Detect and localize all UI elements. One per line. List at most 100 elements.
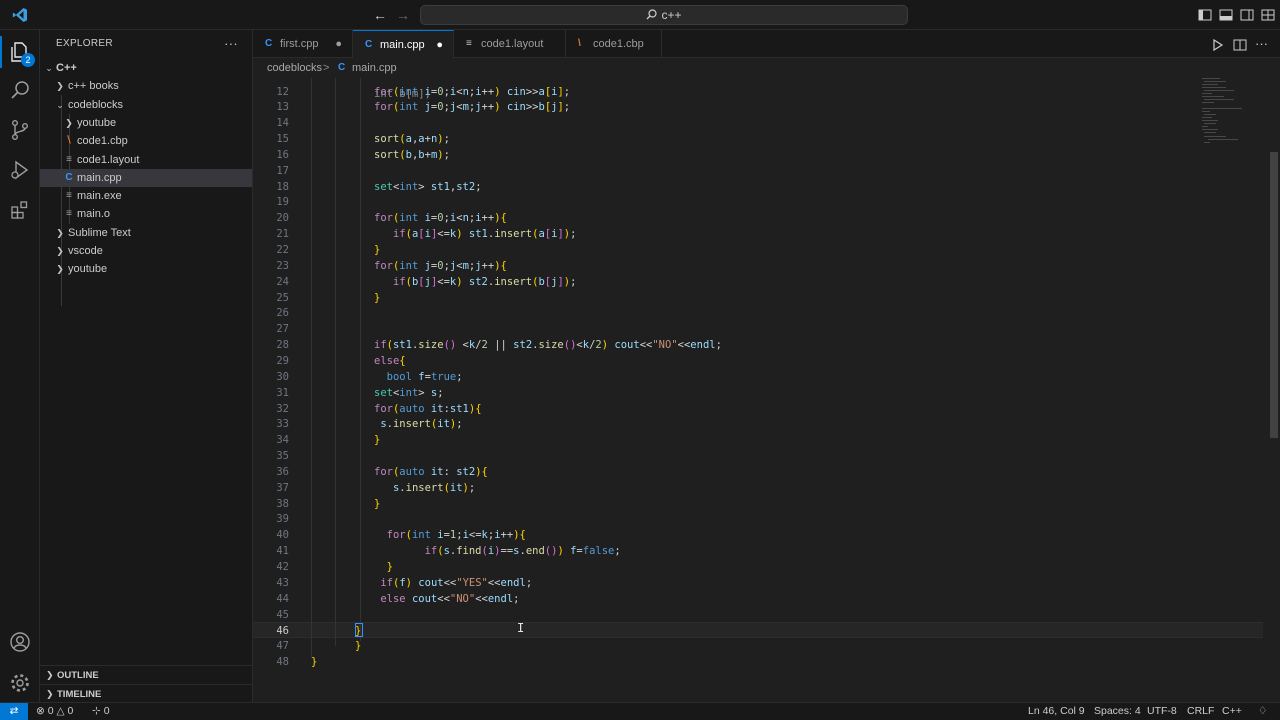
code-line: 17 [253, 163, 1263, 179]
toggle-panel-icon[interactable] [1218, 7, 1234, 23]
line-number: 19 [276, 196, 289, 209]
line-number: 23 [276, 259, 289, 272]
encoding[interactable]: UTF-8 [1147, 703, 1177, 720]
search-icon[interactable] [8, 78, 32, 102]
breadcrumb: codeblocks > C main.cpp [253, 58, 1280, 78]
split-editor-icon[interactable] [1232, 37, 1248, 53]
code-line: 33 s.insert(it); [253, 416, 1263, 432]
code-line: 40 for(int i=1;i<=k;i++){ [253, 527, 1263, 543]
activity-bar: 2 [0, 30, 40, 702]
editor-scrollbar[interactable] [1268, 78, 1280, 702]
line-number: 22 [276, 244, 289, 256]
code-line: 35 [253, 448, 1263, 464]
title-bar: ← → c++ [0, 0, 1280, 30]
arrow-right-icon[interactable]: → [394, 6, 412, 24]
code-text: for(int i=0;i<n;i++){ [374, 212, 507, 225]
tree-folder[interactable]: ❯ youtube [40, 114, 252, 132]
code-line: 21 if(a[i]<=k) st1.insert(a[i]); [253, 226, 1263, 242]
code-editor[interactable]: int b[m]; 12 for(int i=0;i<n;i++) cin>>a[… [253, 78, 1280, 702]
tree-file[interactable]: ≡ main.exe [40, 187, 252, 205]
tab-first-cpp[interactable]: Cfirst.cpp ● [253, 30, 353, 58]
line-number: 12 [276, 85, 289, 98]
code-line: 25} [253, 290, 1263, 306]
problems-indicator[interactable]: ⊗ 0 △ 0 [36, 703, 73, 720]
chevron-right-icon: ❯ [56, 246, 64, 256]
language-mode[interactable]: C++ [1222, 703, 1242, 720]
code-text: if(a[i]<=k) st1.insert(a[i]); [392, 228, 577, 241]
code-line: 37 s.insert(it); [253, 480, 1263, 496]
tree-folder[interactable]: ❯ Sublime Text [40, 224, 252, 242]
customize-layout-icon[interactable] [1260, 7, 1276, 23]
explorer-sidebar: EXPLORER ··· ⌄ C++ ❯ c++ books ⌄ codeblocks… [40, 30, 253, 702]
text-file-icon: ≡ [466, 38, 472, 49]
unsaved-dot-icon[interactable]: ● [436, 31, 443, 59]
toggle-primary-sidebar-icon[interactable] [1197, 7, 1213, 23]
tree-folder[interactable]: ⌄ codeblocks [40, 96, 252, 114]
run-file-icon[interactable] [1210, 37, 1226, 53]
remote-indicator-icon[interactable]: ⇄ [0, 703, 28, 720]
code-line: 30 bool f=true; [253, 369, 1263, 385]
code-line: 22} [253, 242, 1263, 258]
cursor-position[interactable]: Ln 46, Col 9 [1028, 703, 1085, 720]
outline-section[interactable]: ❯ OUTLINE [40, 665, 252, 684]
code-line: 20 for(int i=0;i<n;i++){ [253, 210, 1263, 226]
run-debug-icon[interactable] [8, 158, 32, 182]
tree-item-label: c++ books [68, 80, 119, 93]
more-actions-icon[interactable]: ··· [1255, 37, 1271, 53]
line-number: 27 [276, 323, 289, 336]
tab-code1-layout[interactable]: ≡ code1.layout [454, 30, 566, 58]
unsaved-dot-icon[interactable]: ● [335, 30, 342, 58]
source-control-icon[interactable] [8, 118, 32, 142]
code-line: 23 for(int j=0;j<m;j++){ [253, 258, 1263, 274]
code-line: 31 set<int> s; [253, 385, 1263, 401]
explorer-icon[interactable]: 2 [0, 36, 35, 68]
tree-file[interactable]: ≡ main.o [40, 205, 252, 223]
code-line: 45 [253, 607, 1263, 623]
tree-file[interactable]: ≡ code1.layout [40, 151, 252, 169]
tab-main-cpp[interactable]: Cmain.cpp ● [353, 30, 454, 58]
ports-indicator[interactable]: ⊹ 0 [92, 703, 110, 720]
tree-root-folder[interactable]: ⌄ C++ [40, 59, 252, 77]
breadcrumb-file[interactable]: main.cpp [352, 58, 397, 78]
code-text: sort(b,b+m); [374, 148, 450, 161]
code-line: 28 if(st1.size() <k/2 || st2.size()<k/2) … [253, 337, 1263, 353]
tree-folder[interactable]: ❯ c++ books [40, 77, 252, 95]
tree-item-label: code1.cbp [77, 135, 128, 148]
code-line: 36 for(auto it: st2){ [253, 464, 1263, 480]
code-line: 39 [253, 511, 1263, 527]
tree-folder[interactable]: ❯ vscode [40, 242, 252, 260]
timeline-section[interactable]: ❯ TIMELINE [40, 684, 252, 703]
scrollbar-thumb[interactable] [1270, 152, 1278, 438]
code-line: 43 if(f) cout<<"YES"<<endl; [253, 575, 1263, 591]
indentation[interactable]: Spaces: 4 [1094, 703, 1141, 720]
tree-file[interactable]: Cmain.cpp [40, 168, 252, 188]
line-number: 18 [276, 180, 289, 193]
tree-folder[interactable]: ❯ youtube [40, 260, 252, 278]
tab-code1-cbp[interactable]: \ code1.cbp [566, 30, 662, 58]
code-line: 18 set<int> st1,st2; [253, 179, 1263, 195]
tree-file[interactable]: ∖ code1.cbp [40, 132, 252, 150]
code-line: 16 sort(b,b+m); [253, 147, 1263, 163]
line-number: 48 [276, 656, 289, 669]
minimap[interactable] [1190, 78, 1264, 702]
command-center-search[interactable]: c++ [420, 5, 908, 25]
tree-item-label: main.exe [77, 190, 122, 203]
explorer-badge: 2 [21, 53, 35, 67]
line-number: 16 [276, 148, 289, 161]
code-line: 15 sort(a,a+n); [253, 131, 1263, 147]
manage-gear-icon[interactable] [8, 671, 32, 695]
account-icon[interactable] [8, 630, 32, 654]
extensions-icon[interactable] [8, 198, 32, 222]
text-file-icon: ≡ [66, 208, 72, 220]
breadcrumb-folder[interactable]: codeblocks [267, 58, 322, 78]
code-text: for(int i=0;i<n;i++) cin>>a[i]; [374, 85, 571, 98]
code-line: 26 [253, 305, 1263, 321]
line-number: 33 [276, 418, 289, 431]
chevron-right-icon: ❯ [56, 81, 64, 92]
end-of-line[interactable]: CRLF [1187, 703, 1214, 720]
arrow-left-icon[interactable]: ← [371, 6, 389, 24]
notifications-bell-icon[interactable]: ♢ [1258, 703, 1267, 720]
toggle-secondary-sidebar-icon[interactable] [1239, 7, 1255, 23]
line-number: 35 [276, 450, 289, 463]
more-actions-icon[interactable]: ··· [224, 30, 238, 58]
